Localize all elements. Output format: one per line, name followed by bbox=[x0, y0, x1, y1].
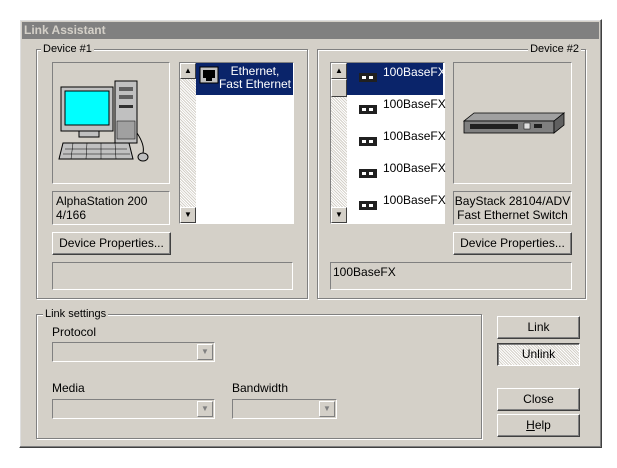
fiber-port-icon bbox=[359, 105, 377, 114]
device2-name-box: BayStack 28104/ADV Fast Ethernet Switch bbox=[453, 191, 572, 225]
link-settings-label: Link settings bbox=[43, 307, 109, 321]
protocol-label: Protocol bbox=[52, 325, 97, 339]
device1-port-label: Ethernet, Fast Ethernet bbox=[218, 64, 292, 91]
scroll-up-icon[interactable]: ▲ bbox=[180, 63, 196, 79]
scroll-down-icon[interactable]: ▼ bbox=[331, 207, 347, 223]
close-button[interactable]: Close bbox=[497, 388, 580, 411]
device1-name-box: AlphaStation 200 4/166 bbox=[52, 191, 170, 225]
device1-port-scrollbar[interactable]: ▲ ▼ bbox=[180, 63, 196, 223]
device2-properties-button[interactable]: Device Properties... bbox=[453, 232, 572, 255]
device2-port-label: 100BaseFX bbox=[383, 65, 446, 79]
network-switch-icon bbox=[462, 112, 566, 134]
help-accelerator: H bbox=[526, 418, 535, 432]
device2-port-item-4[interactable]: 100BaseFX bbox=[347, 159, 446, 191]
device2-port-item-3[interactable]: 100BaseFX bbox=[347, 127, 446, 159]
fiber-port-icon bbox=[359, 73, 377, 82]
help-label-rest: elp bbox=[534, 418, 551, 432]
device2-port-label: 100BaseFX bbox=[383, 129, 446, 143]
fiber-port-icon bbox=[359, 201, 377, 210]
device1-group: Device #1 AlphaStation 200 4/166 ▲ ▼ Eth… bbox=[36, 42, 308, 299]
window-title: Link Assistant bbox=[22, 22, 599, 39]
media-select[interactable]: ▼ bbox=[52, 399, 215, 419]
media-label: Media bbox=[52, 381, 85, 395]
device2-port-label: 100BaseFX bbox=[383, 193, 446, 207]
device2-port-label: 100BaseFX bbox=[383, 161, 446, 175]
device2-group-label: Device #2 bbox=[528, 42, 581, 56]
scroll-thumb[interactable] bbox=[331, 79, 347, 97]
link-button[interactable]: Link bbox=[497, 316, 580, 339]
scroll-up-icon[interactable]: ▲ bbox=[331, 63, 347, 79]
chevron-down-icon[interactable]: ▼ bbox=[197, 344, 213, 360]
bandwidth-select[interactable]: ▼ bbox=[232, 399, 337, 419]
unlink-button[interactable]: Unlink bbox=[497, 343, 580, 366]
protocol-select[interactable]: ▼ bbox=[52, 342, 215, 362]
chevron-down-icon[interactable]: ▼ bbox=[197, 401, 213, 417]
chevron-down-icon[interactable]: ▼ bbox=[319, 401, 335, 417]
device2-name-line1: BayStack 28104/ADV bbox=[454, 194, 571, 208]
ethernet-port-icon bbox=[199, 66, 219, 84]
device1-properties-button[interactable]: Device Properties... bbox=[52, 232, 171, 255]
workstation-icon bbox=[58, 80, 149, 162]
device2-port-item-2[interactable]: 100BaseFX bbox=[347, 95, 446, 127]
device2-image-frame bbox=[453, 62, 572, 184]
help-button[interactable]: Help bbox=[497, 414, 580, 437]
device2-port-item-5[interactable]: 100BaseFX bbox=[347, 191, 446, 223]
link-settings-group: Link settings Protocol ▼ Media ▼ Bandwid… bbox=[36, 307, 482, 439]
device2-port-item-1[interactable]: 100BaseFX bbox=[347, 63, 446, 95]
device2-port-scrollbar[interactable]: ▲ ▼ bbox=[331, 63, 347, 223]
device1-group-label: Device #1 bbox=[41, 42, 94, 56]
device1-name: AlphaStation 200 4/166 bbox=[56, 194, 148, 222]
device2-status: 100BaseFX bbox=[333, 265, 396, 279]
device1-port-list[interactable]: ▲ ▼ Ethernet, Fast Ethernet bbox=[179, 62, 294, 224]
device1-port-item[interactable]: Ethernet, Fast Ethernet bbox=[196, 63, 293, 95]
device2-name-line2: Fast Ethernet Switch bbox=[457, 208, 568, 222]
fiber-port-icon bbox=[359, 169, 377, 178]
device2-port-list[interactable]: ▲ ▼ 100BaseFX 100BaseFX 100BaseFX 100Bas… bbox=[330, 62, 446, 224]
fiber-port-icon bbox=[359, 137, 377, 146]
bandwidth-label: Bandwidth bbox=[232, 381, 289, 395]
device1-image-frame bbox=[52, 62, 170, 184]
device2-port-label: 100BaseFX bbox=[383, 97, 446, 111]
link-assistant-window: Link Assistant Device #1 AlphaStation 20… bbox=[19, 19, 602, 448]
device2-group: Device #2 ▲ ▼ 100BaseFX 100BaseFX 100Bas… bbox=[317, 42, 586, 299]
scroll-down-icon[interactable]: ▼ bbox=[180, 207, 196, 223]
device1-status-box bbox=[52, 262, 293, 290]
device2-status-box: 100BaseFX bbox=[330, 262, 572, 290]
